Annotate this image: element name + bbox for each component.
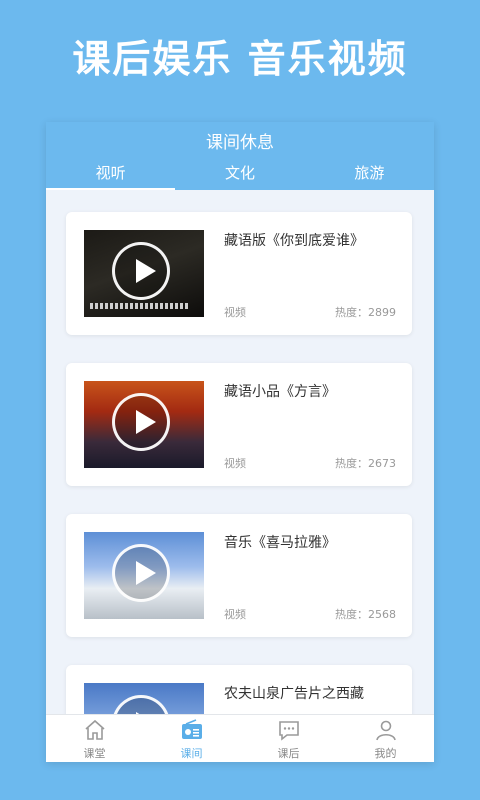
nav-item-after-class[interactable]: 课后 <box>240 715 337 762</box>
top-bar: 课间休息 视听 文化 旅游 <box>46 122 434 190</box>
video-title[interactable]: 藏语小品《方言》 <box>224 381 336 401</box>
video-card[interactable]: 农夫山泉广告片之西藏 视频 <box>66 665 412 714</box>
video-title[interactable]: 农夫山泉广告片之西藏 <box>224 683 364 703</box>
video-thumbnail[interactable] <box>84 230 204 317</box>
nav-item-classroom[interactable]: 课堂 <box>46 715 143 762</box>
user-icon <box>375 720 396 741</box>
promo-headline: 课后娱乐 音乐视频 <box>72 37 408 81</box>
bottom-nav: 课堂 课间 课后 我的 <box>46 714 434 762</box>
radio-icon <box>181 719 202 739</box>
home-icon <box>84 719 105 740</box>
video-heat-count: 热度：2673 <box>335 457 396 470</box>
video-list: 藏语版《你到底爱谁》 视频 热度：2899 藏语小品《方言》 视频 热度：267… <box>46 190 434 714</box>
video-heat-count: 热度：2568 <box>335 608 396 621</box>
video-type-label: 视频 <box>224 457 246 470</box>
tab-culture[interactable]: 文化 <box>175 162 304 190</box>
category-tabs: 视听 文化 旅游 <box>46 162 434 190</box>
nav-label: 课间 <box>180 747 203 760</box>
play-icon[interactable] <box>112 393 170 451</box>
subtitle-strip <box>90 303 190 309</box>
video-thumbnail[interactable] <box>84 532 204 619</box>
app-screen: 课间休息 视听 文化 旅游 藏语版《你到底爱谁》 视频 热度：2899 藏语小品… <box>46 122 434 762</box>
tab-travel[interactable]: 旅游 <box>305 162 434 190</box>
chat-icon <box>278 721 299 741</box>
video-thumbnail[interactable] <box>84 381 204 468</box>
video-card[interactable]: 藏语版《你到底爱谁》 视频 热度：2899 <box>66 212 412 335</box>
nav-label: 课后 <box>277 747 300 760</box>
video-heat-count: 热度：2899 <box>335 306 396 319</box>
play-icon[interactable] <box>112 242 170 300</box>
video-type-label: 视频 <box>224 306 246 319</box>
video-title[interactable]: 音乐《喜马拉雅》 <box>224 532 336 552</box>
video-thumbnail[interactable] <box>84 683 204 714</box>
nav-item-break[interactable]: 课间 <box>143 715 240 762</box>
nav-label: 我的 <box>374 747 397 760</box>
video-type-label: 视频 <box>224 608 246 621</box>
video-card[interactable]: 藏语小品《方言》 视频 热度：2673 <box>66 363 412 486</box>
video-card[interactable]: 音乐《喜马拉雅》 视频 热度：2568 <box>66 514 412 637</box>
page-title: 课间休息 <box>206 133 274 153</box>
nav-label: 课堂 <box>83 747 106 760</box>
video-title[interactable]: 藏语版《你到底爱谁》 <box>224 230 364 250</box>
play-icon[interactable] <box>112 695 170 714</box>
tab-audiovisual[interactable]: 视听 <box>46 162 176 190</box>
play-icon[interactable] <box>112 544 170 602</box>
nav-item-mine[interactable]: 我的 <box>337 715 434 762</box>
